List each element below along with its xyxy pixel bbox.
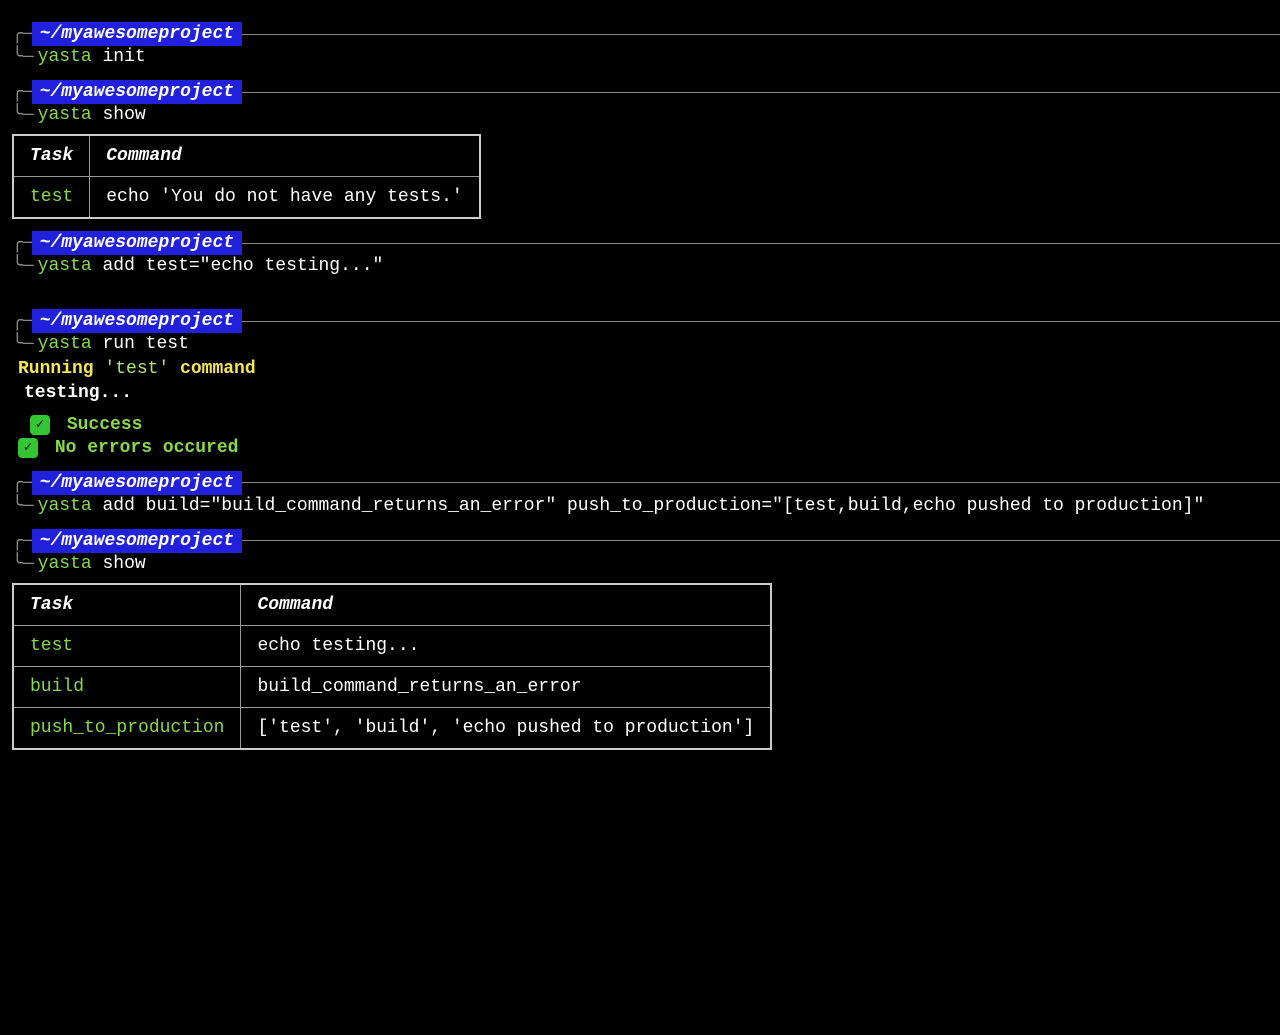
stdout-line: testing... <box>24 383 1280 403</box>
command-line[interactable]: ╰─ yasta add build="build_command_return… <box>0 495 1280 517</box>
command-args: show <box>102 105 145 125</box>
command-text: yasta init <box>38 47 146 67</box>
command-cell: build_command_returns_an_error <box>241 666 771 707</box>
prompt-header: ╭─ ~/myawesomeproject <box>0 80 1280 104</box>
command-line[interactable]: ╰─ yasta run test <box>0 333 1280 355</box>
command-tool: yasta <box>38 47 92 67</box>
command-text: yasta add build="build_command_returns_a… <box>38 496 1205 516</box>
path-badge: ~/myawesomeproject <box>32 529 242 553</box>
command-text: yasta add test="echo testing..." <box>38 256 384 276</box>
command-text: yasta show <box>38 105 146 125</box>
box-corner-top: ╭─ <box>12 530 34 552</box>
tasks-table-1: Task Command test echo 'You do not have … <box>12 134 481 219</box>
horizontal-rule <box>242 540 1280 541</box>
prompt-block-1: ╭─ ~/myawesomeproject ╰─ yasta init <box>0 22 1280 68</box>
box-corner-top: ╭─ <box>12 472 34 494</box>
running-line: Running 'test' command <box>18 359 1280 379</box>
horizontal-rule <box>242 321 1280 322</box>
box-corner-top: ╭─ <box>12 81 34 103</box>
task-cell: test <box>13 625 241 666</box>
path-badge: ~/myawesomeproject <box>32 22 242 46</box>
command-args: init <box>102 47 145 67</box>
table-row: push_to_production ['test', 'build', 'ec… <box>13 707 771 749</box>
check-icon: ✓ <box>30 415 50 435</box>
command-line[interactable]: ╰─ yasta add test="echo testing..." <box>0 255 1280 277</box>
box-corner-bottom: ╰─ <box>12 104 34 126</box>
prompt-header: ╭─ ~/myawesomeproject <box>0 529 1280 553</box>
box-corner-top: ╭─ <box>12 23 34 45</box>
command-tool: yasta <box>38 105 92 125</box>
path-badge: ~/myawesomeproject <box>32 309 242 333</box>
horizontal-rule <box>242 243 1280 244</box>
box-corner-top: ╭─ <box>12 232 34 254</box>
prompt-header: ╭─ ~/myawesomeproject <box>0 309 1280 333</box>
box-corner-bottom: ╰─ <box>12 255 34 277</box>
command-cell: echo testing... <box>241 625 771 666</box>
prompt-block-5: ╭─ ~/myawesomeproject ╰─ yasta add build… <box>0 471 1280 517</box>
command-args: run test <box>102 334 188 354</box>
box-corner-bottom: ╰─ <box>12 46 34 68</box>
header-command: Command <box>241 584 771 626</box>
command-cell: ['test', 'build', 'echo pushed to produc… <box>241 707 771 749</box>
command-args: add build="build_command_returns_an_erro… <box>102 496 1204 516</box>
running-suffix: command <box>169 359 255 379</box>
command-text: yasta show <box>38 554 146 574</box>
prompt-header: ╭─ ~/myawesomeproject <box>0 471 1280 495</box>
path-badge: ~/myawesomeproject <box>32 80 242 104</box>
prompt-header: ╭─ ~/myawesomeproject <box>0 231 1280 255</box>
header-command: Command <box>90 135 480 177</box>
tasks-table-2: Task Command test echo testing... build … <box>12 583 772 750</box>
horizontal-rule <box>242 482 1280 483</box>
success-line: ✓ Success <box>30 415 1280 436</box>
horizontal-rule <box>242 92 1280 93</box>
command-line[interactable]: ╰─ yasta show <box>0 553 1280 575</box>
task-cell: test <box>13 177 90 219</box>
path-badge: ~/myawesomeproject <box>32 231 242 255</box>
table-row: test echo 'You do not have any tests.' <box>13 177 480 219</box>
running-prefix: Running <box>18 359 104 379</box>
prompt-header: ╭─ ~/myawesomeproject <box>0 22 1280 46</box>
header-task: Task <box>13 135 90 177</box>
command-line[interactable]: ╰─ yasta show <box>0 104 1280 126</box>
path-badge: ~/myawesomeproject <box>32 471 242 495</box>
box-corner-bottom: ╰─ <box>12 333 34 355</box>
box-corner-bottom: ╰─ <box>12 553 34 575</box>
prompt-block-4: ╭─ ~/myawesomeproject ╰─ yasta run test <box>0 309 1280 355</box>
table-row: test echo testing... <box>13 625 771 666</box>
command-args: add test="echo testing..." <box>102 256 383 276</box>
task-cell: build <box>13 666 241 707</box>
table-header-row: Task Command <box>13 135 480 177</box>
table-header-row: Task Command <box>13 584 771 626</box>
running-quoted: 'test' <box>104 359 169 379</box>
prompt-block-6: ╭─ ~/myawesomeproject ╰─ yasta show <box>0 529 1280 575</box>
command-args: show <box>102 554 145 574</box>
command-text: yasta run test <box>38 334 189 354</box>
box-corner-bottom: ╰─ <box>12 495 34 517</box>
header-task: Task <box>13 584 241 626</box>
command-line[interactable]: ╰─ yasta init <box>0 46 1280 68</box>
task-cell: push_to_production <box>13 707 241 749</box>
success-text: Success <box>67 415 143 435</box>
command-tool: yasta <box>38 554 92 574</box>
check-icon: ✓ <box>18 438 38 458</box>
noerror-text: No errors occured <box>55 438 239 458</box>
horizontal-rule <box>242 34 1280 35</box>
command-cell: echo 'You do not have any tests.' <box>90 177 480 219</box>
noerror-line: ✓ No errors occured <box>18 438 1280 459</box>
prompt-block-3: ╭─ ~/myawesomeproject ╰─ yasta add test=… <box>0 231 1280 277</box>
command-tool: yasta <box>38 256 92 276</box>
command-tool: yasta <box>38 496 92 516</box>
box-corner-top: ╭─ <box>12 310 34 332</box>
prompt-block-2: ╭─ ~/myawesomeproject ╰─ yasta show <box>0 80 1280 126</box>
table-row: build build_command_returns_an_error <box>13 666 771 707</box>
command-tool: yasta <box>38 334 92 354</box>
